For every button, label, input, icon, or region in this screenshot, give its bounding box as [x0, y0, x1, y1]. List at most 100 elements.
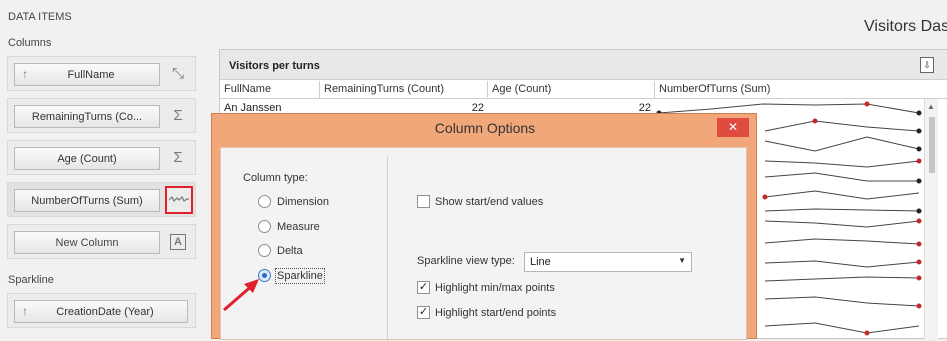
sparkline-end-point: [916, 110, 922, 116]
column-field-age-button[interactable]: Age (Count): [14, 147, 160, 170]
column-field-label: Age (Count): [57, 152, 117, 165]
radio-dimension[interactable]: Dimension: [258, 195, 329, 208]
checkbox-label: Highlight min/max points: [435, 281, 555, 294]
sparkline-field-label: CreationDate (Year): [56, 305, 154, 318]
sparkline-line: [764, 120, 920, 132]
sparkline-max-point: [916, 259, 922, 265]
sparkline-end-point: [916, 146, 922, 152]
sigma-icon[interactable]: Σ: [168, 106, 188, 126]
sparkline-line: [764, 172, 919, 182]
sparkline-line: [764, 136, 920, 152]
radio-button[interactable]: [258, 195, 271, 208]
annotation-arrow-icon: [223, 279, 259, 312]
checkbox-label: Highlight start/end points: [435, 306, 557, 319]
dashboard-title: Visitors Das: [864, 18, 947, 35]
radio-button[interactable]: [258, 220, 271, 233]
sparkline-max-point: [916, 303, 922, 309]
sparkline-field-creationdate-button[interactable]: ↑ CreationDate (Year): [14, 300, 188, 323]
checkbox-checked[interactable]: ✓: [417, 306, 430, 319]
column-type-label: Column type:: [243, 172, 308, 184]
radio-label: Delta: [277, 244, 303, 257]
chevron-down-icon[interactable]: ▼: [678, 256, 686, 265]
columns-section-label: Columns: [8, 37, 52, 49]
column-header-age[interactable]: Age (Count): [488, 81, 655, 99]
column-field-age: Age (Count) Σ: [7, 140, 196, 175]
column-field-label: RemainingTurns (Co...: [31, 110, 143, 123]
radio-measure[interactable]: Measure: [258, 220, 320, 233]
sort-option-icon[interactable]: ⤡: [168, 64, 188, 84]
sparkline-line: [764, 160, 920, 168]
sort-ascending-icon[interactable]: ↑: [22, 304, 28, 318]
sparkline-max-point: [864, 101, 870, 107]
close-button[interactable]: ✕: [717, 118, 749, 137]
sigma-icon[interactable]: Σ: [168, 148, 188, 168]
new-column-label: New Column: [55, 236, 119, 249]
sparkline-min-point: [864, 330, 870, 336]
column-field-fullname-button[interactable]: ↑ FullName: [14, 63, 160, 86]
grid-vertical-scrollbar[interactable]: ▲: [924, 99, 938, 339]
sparkline-view-type-label: Sparkline view type:: [417, 255, 515, 267]
data-items-header: DATA ITEMS: [8, 11, 72, 23]
sparkline-line: [764, 276, 920, 282]
new-column-tile: New Column A: [7, 224, 196, 259]
data-items-panel: DATA ITEMS Columns ↑ FullName ⤡ Remainin…: [0, 0, 206, 339]
column-field-numberofturns-button[interactable]: NumberOfTurns (Sum): [14, 189, 160, 212]
sparkline-max-point: [916, 241, 922, 247]
sparkline-line: [764, 220, 920, 228]
column-field-remainingturns-button[interactable]: RemainingTurns (Co...: [14, 105, 160, 128]
radio-label: Sparkline: [275, 267, 325, 284]
dialog-divider: [387, 156, 388, 341]
sparkline-min-point: [762, 194, 768, 200]
checkbox[interactable]: [417, 195, 430, 208]
checkbox-checked[interactable]: ✓: [417, 281, 430, 294]
sparkline-field-creationdate: ↑ CreationDate (Year): [7, 293, 196, 328]
radio-delta[interactable]: Delta: [258, 244, 303, 257]
grid-title: Visitors per turns: [229, 60, 320, 72]
column-header-numberofturns[interactable]: NumberOfTurns (Sum): [655, 81, 947, 99]
sparkline-icon[interactable]: [165, 186, 193, 214]
grid-caption-bar: Visitors per turns ⇩: [220, 50, 947, 80]
column-field-label: FullName: [67, 68, 115, 81]
column-field-numberofturns: NumberOfTurns (Sum): [7, 182, 196, 217]
radio-label: Dimension: [277, 195, 329, 208]
scroll-thumb[interactable]: [929, 117, 935, 173]
sparkline-line: [764, 238, 920, 245]
show-start-end-values-checkbox[interactable]: Show start/end values: [417, 195, 543, 208]
sparkline-max-point: [812, 118, 818, 124]
sparkline-line: [764, 260, 920, 268]
sparkline-end-point: [916, 128, 922, 134]
sparkline-view-type-select[interactable]: Line ▼: [524, 252, 692, 272]
column-field-label: NumberOfTurns (Sum): [31, 194, 143, 207]
highlight-min-max-checkbox[interactable]: ✓ Highlight min/max points: [417, 281, 555, 294]
new-column-button[interactable]: New Column: [14, 231, 160, 254]
sparkline-line: [764, 322, 920, 334]
column-options-dialog: Column Options ✕ Column type: Dimension …: [211, 113, 757, 341]
sort-ascending-icon[interactable]: ↑: [22, 67, 28, 81]
sparkline-section-label: Sparkline: [8, 274, 54, 286]
sparkline-end-point: [916, 178, 922, 184]
dialog-body: Column type: Dimension Measure Delta Spa…: [220, 147, 747, 341]
select-value: Line: [530, 256, 551, 268]
highlight-start-end-checkbox[interactable]: ✓ Highlight start/end points: [417, 306, 556, 319]
dialog-title: Column Options: [434, 120, 536, 136]
column-header-remainingturns[interactable]: RemainingTurns (Count): [320, 81, 488, 99]
sparkline-line: [764, 190, 920, 200]
radio-sparkline[interactable]: Sparkline: [258, 267, 325, 284]
column-field-remainingturns: RemainingTurns (Co... Σ: [7, 98, 196, 133]
checkbox-label: Show start/end values: [435, 195, 544, 208]
radio-button[interactable]: [258, 244, 271, 257]
sparkline-max-point: [916, 275, 922, 281]
sparkline-line: [764, 208, 920, 212]
export-icon[interactable]: ⇩: [920, 57, 934, 73]
close-icon: ✕: [727, 120, 739, 134]
sparkline-max-point: [916, 218, 922, 224]
radio-label: Measure: [277, 220, 320, 233]
column-header-fullname[interactable]: FullName: [220, 81, 320, 99]
sparkline-end-point: [916, 208, 922, 214]
column-field-fullname: ↑ FullName ⤡: [7, 56, 196, 91]
sparkline-line: [658, 103, 920, 114]
sparkline-max-point: [916, 158, 922, 164]
sparkline-line: [764, 296, 920, 307]
text-format-icon[interactable]: A: [170, 234, 186, 250]
scroll-up-icon[interactable]: ▲: [927, 102, 935, 111]
